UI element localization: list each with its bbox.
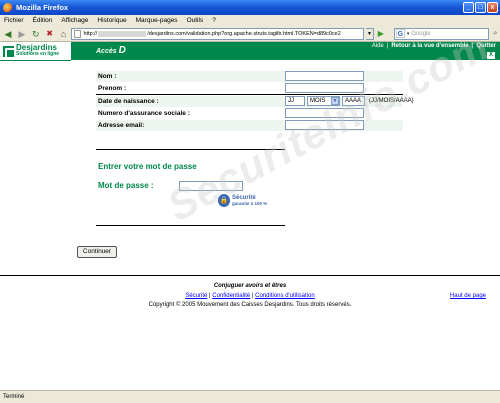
status-bar: Terminé xyxy=(0,390,500,403)
nas-label: Numero d'assurance sociale : xyxy=(98,110,190,117)
menu-fichier[interactable]: Fichier xyxy=(4,17,24,24)
page-content: Desjardins Solutions en ligne Accès D Ai… xyxy=(0,42,500,390)
chevron-down-icon: ▼ xyxy=(331,97,339,105)
url-bar[interactable]: http:// /desjardins.com/validation.php?o… xyxy=(71,27,364,40)
url-redacted-segment xyxy=(98,30,147,37)
menu-marque-pages[interactable]: Marque-pages xyxy=(136,17,178,24)
acces-d-logo: Accès D xyxy=(96,45,126,56)
footer-divider xyxy=(0,275,500,276)
security-badge[interactable]: 🔒 Sécurité garantie à 100 % xyxy=(218,194,267,207)
minimize-button[interactable]: _ xyxy=(463,2,474,13)
continue-button[interactable]: Continuer xyxy=(77,246,117,258)
back-icon[interactable]: ◀ xyxy=(2,28,14,40)
home-icon[interactable]: ⌂ xyxy=(58,28,70,40)
retour-link[interactable]: Retour à la vue d'ensemble xyxy=(391,43,468,49)
footer-slogan: Conjuguer avoirs et êtres xyxy=(213,283,287,289)
search-box[interactable]: G ▾ Google xyxy=(393,27,490,40)
menu-edition[interactable]: Édition xyxy=(33,17,53,24)
link-separator: | xyxy=(471,43,474,49)
acces-text: Accès xyxy=(96,48,117,55)
firefox-logo-icon xyxy=(3,2,13,13)
go-icon[interactable]: ▶ xyxy=(376,28,386,40)
menu-outils[interactable]: Outils xyxy=(187,17,204,24)
url-suffix: /desjardins.com/validation.php?org.apach… xyxy=(147,30,341,37)
prenom-input[interactable] xyxy=(285,83,364,93)
header-links: Aide | Retour à la vue d'ensemble | Quit… xyxy=(372,43,496,49)
close-window-button[interactable]: x xyxy=(487,2,498,13)
aide-link[interactable]: Aide xyxy=(372,43,384,49)
date-format-hint: (JJ/MOIS/AAAA) xyxy=(369,98,414,104)
stop-icon[interactable]: ✖ xyxy=(44,28,56,40)
search-engine-dropdown-icon[interactable]: ▾ xyxy=(407,31,410,37)
section-divider xyxy=(96,149,285,150)
row-divider xyxy=(96,94,403,95)
menu-historique[interactable]: Historique xyxy=(97,17,126,24)
nas-input[interactable] xyxy=(285,108,364,118)
search-go-icon[interactable]: ⌕ xyxy=(491,28,500,40)
window-controls: _ □ x xyxy=(463,2,498,13)
confidentialite-link[interactable]: Confidentialité xyxy=(212,293,250,299)
quitter-link[interactable]: Quitter xyxy=(476,43,496,49)
maximize-button[interactable]: □ xyxy=(475,2,486,13)
prenom-label: Prenom : xyxy=(98,85,127,92)
link-separator: | xyxy=(251,293,254,299)
brand-tagline: Solutions en ligne xyxy=(16,51,60,57)
conditions-link[interactable]: Conditions d'utilisation xyxy=(255,293,315,299)
lock-icon: 🔒 xyxy=(218,194,230,207)
section-divider xyxy=(96,225,285,226)
window-titlebar: Mozilla Firefox _ □ x xyxy=(0,0,500,15)
password-section-title: Entrer votre mot de passe xyxy=(98,162,197,171)
copyright-text: Copyright © 2005 Mouvement des Caisses D… xyxy=(148,302,352,308)
day-value: JJ xyxy=(288,98,294,104)
search-placeholder: Google xyxy=(411,30,431,37)
day-input[interactable]: JJ xyxy=(285,96,305,106)
google-icon[interactable]: G xyxy=(395,29,405,38)
security-subtitle: garantie à 100 % xyxy=(232,200,268,206)
link-separator: | xyxy=(209,293,211,299)
email-input[interactable] xyxy=(285,120,364,130)
month-value: MOIS xyxy=(310,98,326,104)
brand-name: Desjardins xyxy=(16,43,57,52)
desjardins-logo[interactable]: Desjardins Solutions en ligne xyxy=(0,42,71,61)
acces-letter: D xyxy=(118,45,126,56)
nom-label: Nom : xyxy=(98,73,117,80)
naissance-label: Date de naissance : xyxy=(98,98,159,105)
month-select[interactable]: MOIS ▼ xyxy=(307,96,340,106)
navigation-toolbar: ◀ ▶ ↻ ✖ ⌂ http:// /desjardins.com/valida… xyxy=(0,26,500,42)
status-text: Terminé xyxy=(3,394,25,400)
top-of-page-link[interactable]: Haut de page xyxy=(450,293,486,299)
securite-link[interactable]: Sécurité xyxy=(185,293,207,299)
footer-links: Sécurité | Confidentialité | Conditions … xyxy=(0,293,500,299)
email-label: Adresse email: xyxy=(98,122,145,129)
desjardins-logo-icon xyxy=(3,45,16,59)
link-separator: | xyxy=(386,43,389,49)
window-title: Mozilla Firefox xyxy=(16,3,69,12)
password-label: Mot de passe : xyxy=(98,181,154,190)
menu-affichage[interactable]: Affichage xyxy=(61,17,88,24)
url-dropdown-icon[interactable]: ▼ xyxy=(365,27,374,40)
reload-icon[interactable]: ↻ xyxy=(30,28,42,40)
nom-input[interactable] xyxy=(285,71,364,81)
menu-aide[interactable]: ? xyxy=(212,17,216,24)
password-input[interactable] xyxy=(179,181,243,191)
year-value: AAAA xyxy=(345,98,362,104)
page-icon xyxy=(74,29,82,38)
menu-bar: Fichier Édition Affichage Historique Mar… xyxy=(0,15,500,26)
close-icon[interactable]: X xyxy=(487,52,495,59)
url-prefix: http:// xyxy=(83,30,98,37)
forward-icon[interactable]: ▶ xyxy=(16,28,28,40)
year-input[interactable]: AAAA xyxy=(342,96,365,106)
